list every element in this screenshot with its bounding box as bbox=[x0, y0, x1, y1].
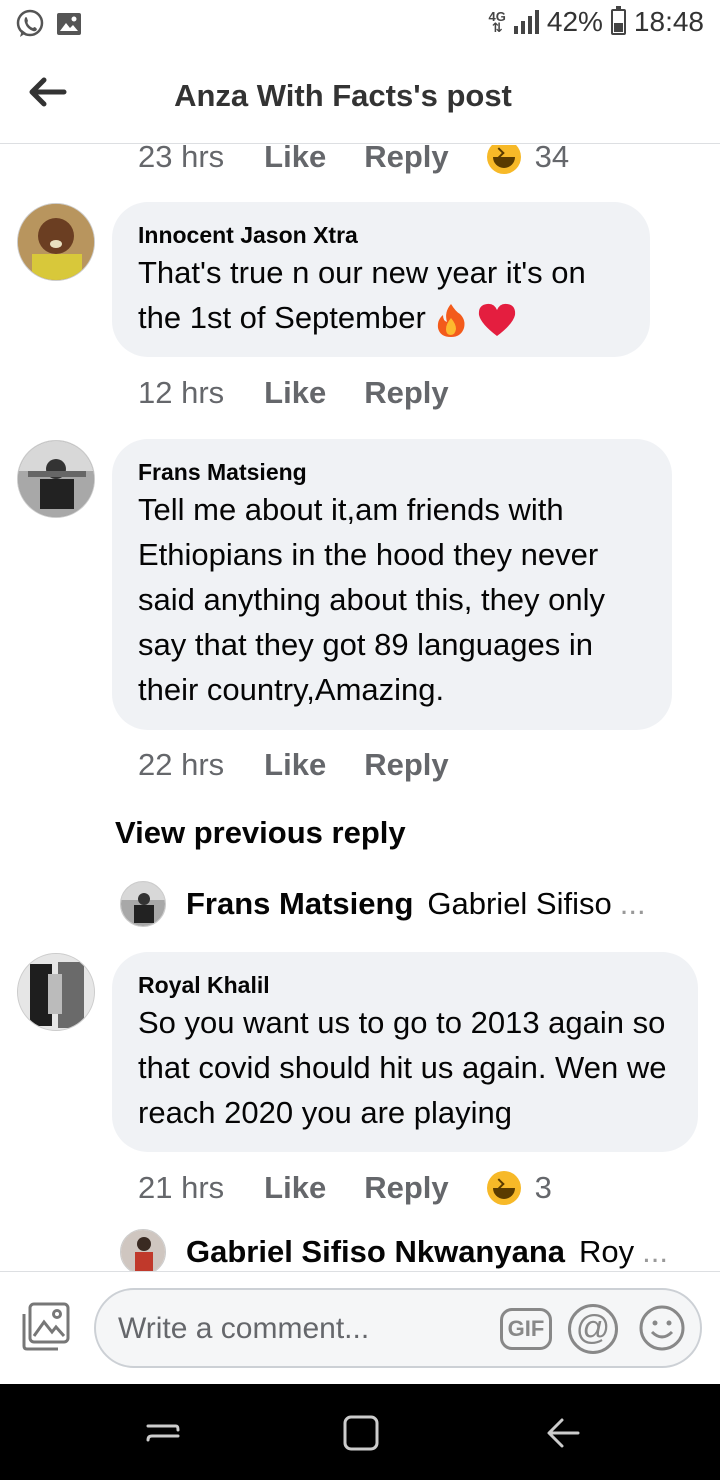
reply-ellipsis: ... bbox=[619, 886, 646, 921]
avatar bbox=[120, 881, 166, 927]
reply-button[interactable]: Reply bbox=[364, 747, 448, 783]
comment-text: So you want us to go to 2013 again so th… bbox=[138, 1005, 667, 1130]
home-icon[interactable] bbox=[338, 1410, 384, 1456]
page-title: Anza With Facts's post bbox=[174, 78, 512, 113]
like-button[interactable]: Like bbox=[264, 747, 326, 783]
reaction-summary[interactable]: 3 bbox=[486, 1170, 552, 1206]
comment-bubble: Royal Khalil So you want us to go to 201… bbox=[112, 952, 698, 1152]
photo-icon[interactable] bbox=[20, 1302, 72, 1352]
comment-actions: 22 hrs Like Reply bbox=[138, 747, 487, 783]
haha-icon bbox=[486, 1171, 521, 1205]
like-button[interactable]: Like bbox=[264, 145, 326, 175]
reply-preview[interactable]: Gabriel Sifiso Nkwanyana Roy ... bbox=[120, 1229, 680, 1271]
comment-bubble: Innocent Jason Xtra That's true n our ne… bbox=[112, 202, 650, 357]
comment-input[interactable]: Write a comment... GIF @ bbox=[94, 1288, 702, 1368]
recent-apps-icon[interactable] bbox=[140, 1410, 186, 1456]
clock: 18:48 bbox=[633, 6, 704, 37]
comments-list[interactable]: 23 hrs Like Reply 34 Innocent Jason Xtra… bbox=[0, 145, 720, 1271]
system-nav-bar bbox=[0, 1384, 720, 1480]
comment-author[interactable]: Frans Matsieng bbox=[138, 457, 646, 487]
like-button[interactable]: Like bbox=[264, 375, 326, 411]
reply-ellipsis: ... bbox=[642, 1234, 669, 1269]
reply-snippet: Roy bbox=[579, 1234, 635, 1269]
comment-text: Tell me about it,am friends with Ethiopi… bbox=[138, 492, 606, 707]
battery-icon bbox=[610, 6, 626, 35]
reply-snippet: Gabriel Sifiso bbox=[427, 886, 612, 921]
fire-icon bbox=[438, 303, 465, 337]
gif-icon[interactable]: GIF bbox=[500, 1308, 552, 1350]
reply-button[interactable]: Reply bbox=[364, 375, 448, 411]
mention-icon[interactable]: @ bbox=[568, 1304, 618, 1354]
avatar bbox=[120, 1229, 166, 1271]
comment-placeholder: Write a comment... bbox=[118, 1312, 370, 1345]
reply-preview[interactable]: Frans Matsieng Gabriel Sifiso ... bbox=[120, 881, 680, 927]
reply-button[interactable]: Reply bbox=[364, 145, 448, 175]
avatar[interactable] bbox=[17, 953, 95, 1031]
signal-icon bbox=[513, 10, 539, 34]
reply-button[interactable]: Reply bbox=[364, 1170, 448, 1206]
network-type: 4G ⇅ bbox=[488, 9, 506, 35]
comment-actions: 12 hrs Like Reply bbox=[138, 375, 487, 411]
reply-author: Frans Matsieng bbox=[186, 886, 414, 921]
comment-actions: 21 hrs Like Reply 3 bbox=[138, 1170, 552, 1206]
comment-composer: Write a comment... GIF @ bbox=[0, 1271, 720, 1384]
view-previous-reply-link[interactable]: View previous reply bbox=[115, 815, 406, 851]
reaction-summary[interactable]: 34 bbox=[486, 145, 570, 175]
battery-percent: 42% bbox=[546, 6, 603, 37]
avatar[interactable] bbox=[17, 203, 95, 281]
emoji-icon[interactable] bbox=[638, 1304, 686, 1352]
comment-author[interactable]: Innocent Jason Xtra bbox=[138, 220, 624, 250]
like-button[interactable]: Like bbox=[264, 1170, 326, 1206]
reaction-count: 3 bbox=[534, 1170, 552, 1205]
heart-icon bbox=[478, 303, 516, 336]
comment-text: That's true n our new year it's on the 1… bbox=[138, 250, 624, 340]
avatar[interactable] bbox=[17, 440, 95, 518]
comment-time[interactable]: 22 hrs bbox=[138, 747, 224, 783]
comment-author[interactable]: Royal Khalil bbox=[138, 970, 672, 1000]
gallery-icon bbox=[57, 13, 81, 35]
comment-time[interactable]: 12 hrs bbox=[138, 375, 224, 411]
reply-author: Gabriel Sifiso Nkwanyana bbox=[186, 1234, 566, 1269]
back-nav-icon[interactable] bbox=[540, 1410, 586, 1456]
status-bar: 4G ⇅ 42% 18:48 bbox=[0, 0, 720, 50]
post-header: Anza With Facts's post bbox=[0, 50, 720, 144]
reaction-count: 34 bbox=[534, 145, 570, 174]
comment-bubble: Frans Matsieng Tell me about it,am frien… bbox=[112, 439, 672, 730]
comment-time[interactable]: 23 hrs bbox=[138, 145, 224, 175]
whatsapp-icon bbox=[16, 9, 44, 37]
haha-icon bbox=[486, 145, 521, 174]
comment-actions: 23 hrs Like Reply 34 bbox=[138, 145, 569, 175]
comment-time[interactable]: 21 hrs bbox=[138, 1170, 224, 1206]
